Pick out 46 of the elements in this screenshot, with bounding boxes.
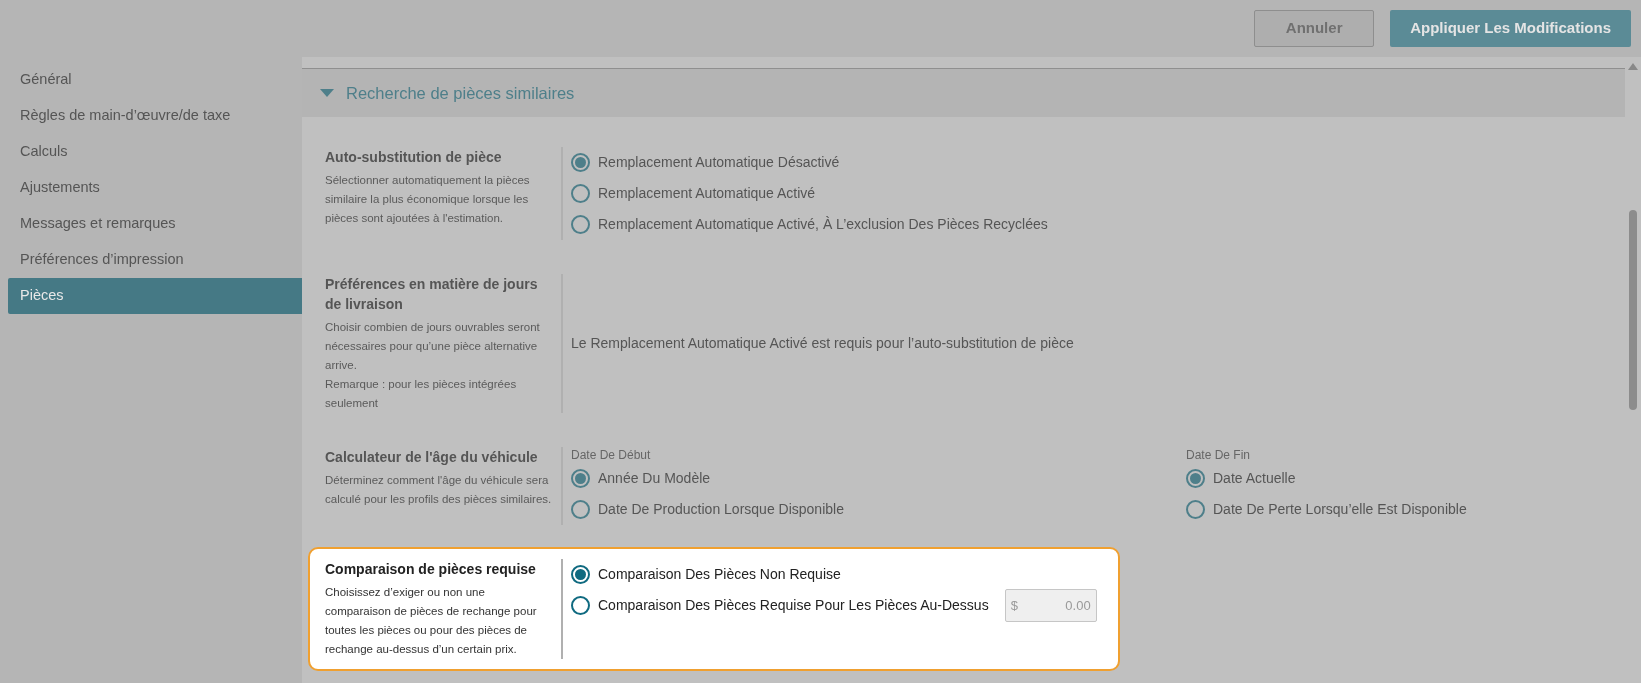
radio-button[interactable] [571, 153, 590, 172]
radio-label: Année Du Modèle [598, 469, 711, 488]
setting-title: Calculateur de l'âge du véhicule [325, 448, 539, 467]
radio-button[interactable] [571, 469, 590, 488]
radio-label: Remplacement Automatique Activé [598, 184, 816, 203]
sidebar-item[interactable]: Calculs [8, 134, 302, 170]
radio-button[interactable] [571, 565, 590, 584]
sidebar-item[interactable]: Pièces [8, 278, 302, 314]
radio-button[interactable] [571, 596, 590, 615]
sidebar-item[interactable]: Ajustements [8, 170, 302, 206]
scroll-up-arrow-icon [1628, 63, 1638, 70]
apply-button[interactable]: Appliquer Les Modifications [1390, 10, 1631, 47]
radio-label: Comparaison Des Pièces Requise Pour Les Pièces Au-Dessus [598, 596, 989, 615]
setting-description: Sélectionner automatiquement la pièces similaire la plus économique lorsque les pièces sont ajoutées à l'estimation. [325, 173, 531, 226]
radio-label: Date De Perte Lorsqu’elle Est Disponible [1213, 500, 1467, 519]
setting-description: Remarque : pour les pièces intégrées seulement [325, 377, 518, 411]
group-label: Date De Début [571, 447, 652, 463]
setting-title: Préférences en matière de jours de livraison [325, 275, 539, 314]
setting-description: Choisir combien de jours ouvrables seront nécessaires pour qu’une pièce alternative arrive. [325, 320, 541, 373]
sidebar-item[interactable]: Préférences d’impression [8, 242, 302, 278]
setting-description: Déterminez comment l'âge du véhicule sera calculé pour les profils des pièces similaires. [325, 473, 553, 507]
scrollbar-thumb[interactable] [1629, 210, 1637, 410]
radio-label: Date Actuelle [1213, 469, 1296, 488]
sidebar-item[interactable]: Messages et remarques [8, 206, 302, 242]
radio-label: Date De Production Lorsque Disponible [598, 500, 844, 519]
amount-value: 0.00 [1065, 596, 1091, 615]
cancel-button[interactable]: Annuler [1254, 10, 1375, 47]
setting-description: Choisissez d’exiger ou non une comparaison de pièces de rechange pour toutes les pièces ou pour des pièces de rechange au-dessus d’un certain prix. [325, 585, 538, 657]
radio-label: Remplacement Automatique Activé, À L’exclusion Des Pièces Recyclées [598, 215, 1048, 234]
radio-button[interactable] [571, 184, 590, 203]
sidebar-item[interactable]: Général [8, 62, 302, 98]
section-title: Recherche de pièces similaires [346, 82, 575, 104]
requirement-note: Le Remplacement Automatique Activé est requis pour l’auto-substitution de pièce [571, 334, 1074, 353]
radio-label: Remplacement Automatique Désactivé [598, 153, 840, 172]
radio-button[interactable] [571, 215, 590, 234]
sidebar-item[interactable]: Règles de main-d’œuvre/de taxe [8, 98, 302, 134]
radio-button[interactable] [1186, 469, 1205, 488]
collapse-triangle-icon [320, 89, 334, 97]
currency-symbol: $ [1010, 596, 1018, 615]
setting-title: Comparaison de pièces requise [325, 560, 537, 579]
radio-button[interactable] [571, 500, 590, 519]
section-header[interactable]: Recherche de pièces similaires [302, 69, 1625, 117]
group-label: Date De Fin [1186, 447, 1252, 463]
radio-button[interactable] [1186, 500, 1205, 519]
radio-label: Comparaison Des Pièces Non Requise [598, 565, 841, 584]
setting-title: Auto-substitution de pièce [325, 148, 503, 167]
